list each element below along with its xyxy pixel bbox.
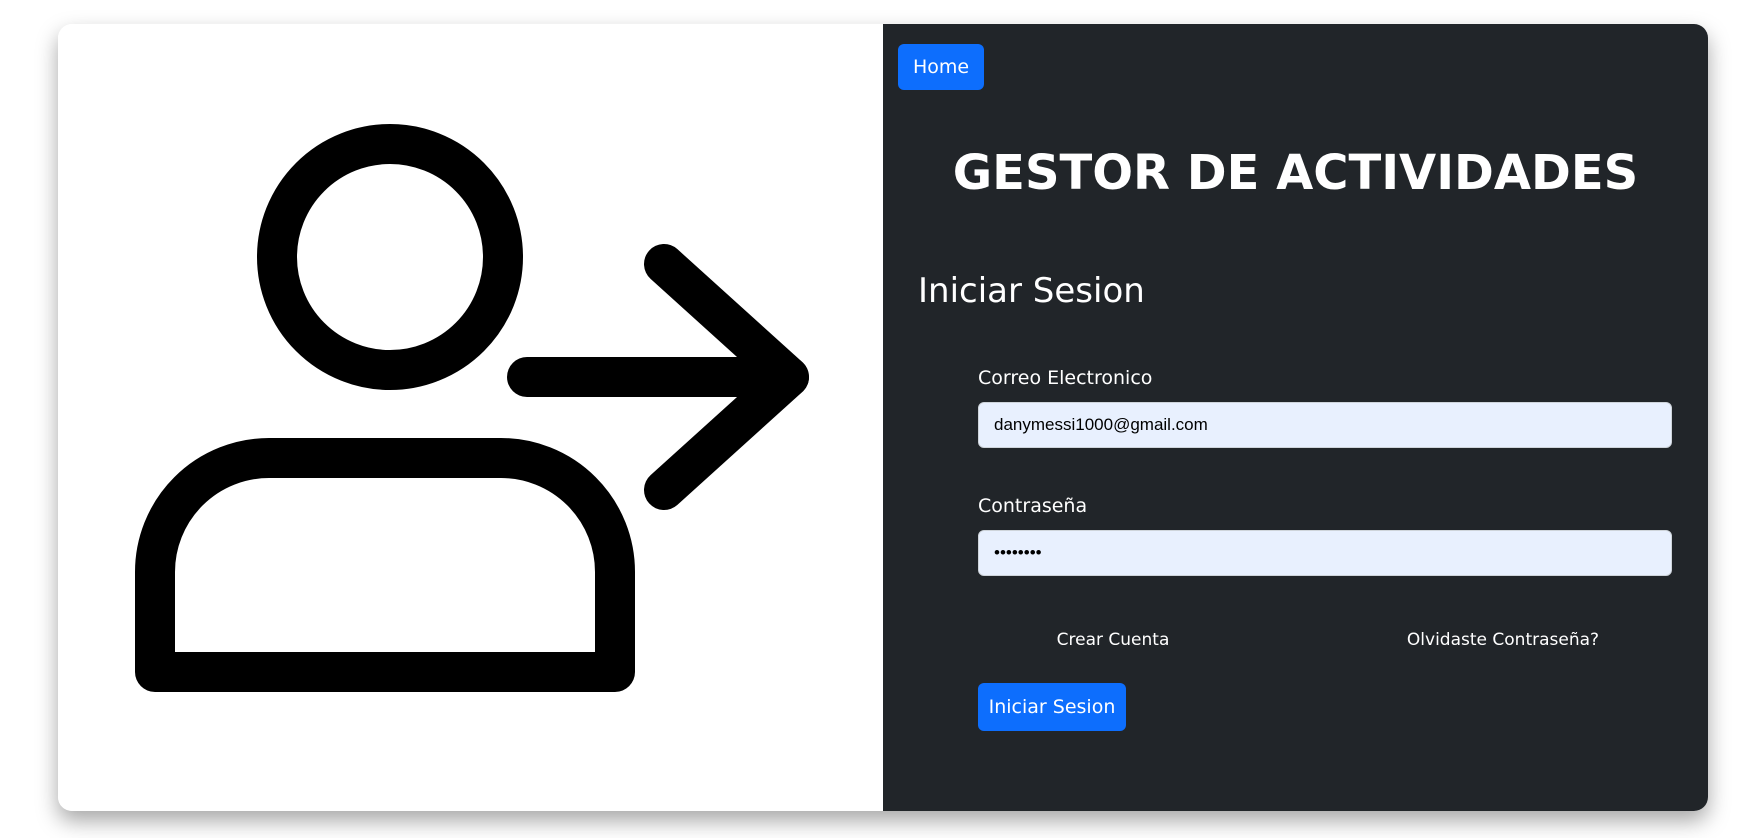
app-title: GESTOR DE ACTIVIDADES <box>952 145 1639 201</box>
password-label: Contraseña <box>978 495 1088 517</box>
login-submit-button[interactable]: Iniciar Sesion <box>978 683 1126 731</box>
login-card: Home GESTOR DE ACTIVIDADES Iniciar Sesio… <box>58 24 1708 811</box>
email-field[interactable] <box>978 402 1672 448</box>
login-heading: Iniciar Sesion <box>918 271 1145 311</box>
home-button[interactable]: Home <box>898 44 984 90</box>
user-login-arrow-icon <box>135 124 809 692</box>
email-label: Correo Electronico <box>978 367 1153 389</box>
forgot-password-link[interactable]: Olvidaste Contraseña? <box>1383 632 1623 649</box>
login-panel: Home GESTOR DE ACTIVIDADES Iniciar Sesio… <box>883 24 1708 811</box>
password-field[interactable] <box>978 530 1672 576</box>
create-account-link[interactable]: Crear Cuenta <box>1043 632 1183 649</box>
illustration-panel <box>58 24 883 811</box>
